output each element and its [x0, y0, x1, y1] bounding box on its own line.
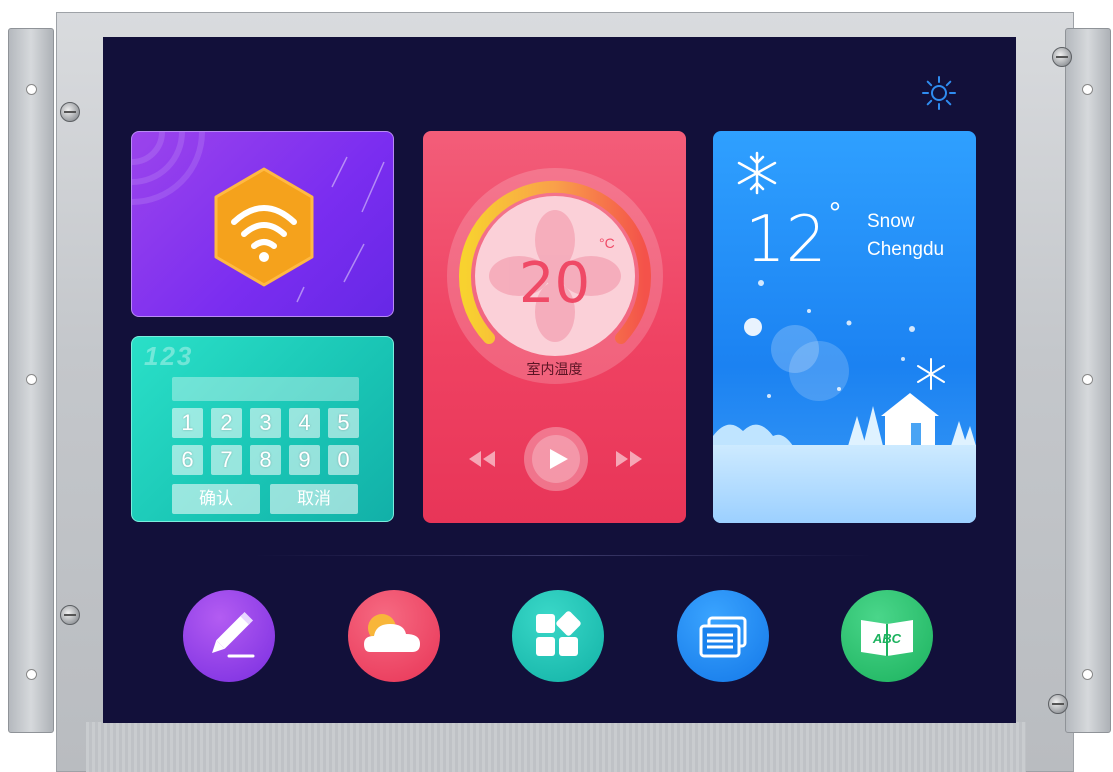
key-1[interactable]: 1: [172, 408, 203, 438]
right-mounting-bracket: [1065, 28, 1111, 733]
weather-cloud-icon: [364, 614, 420, 652]
temperature-unit: °C: [599, 235, 615, 251]
play-icon: [532, 435, 580, 483]
frame-bottom-panel: [86, 722, 1026, 772]
abc-book-icon: ABC: [861, 620, 913, 656]
screw: [1052, 47, 1072, 67]
keypad-card: 123 1 2 3 4 5 6 7 8 9 0 确认 取消: [131, 336, 394, 522]
weather-app-button[interactable]: [348, 590, 440, 682]
thermostat-card: 20 °C 室内温度: [423, 131, 686, 523]
edit-app-button[interactable]: [183, 590, 275, 682]
weather-condition: Snow: [867, 211, 915, 232]
pin-input[interactable]: [172, 377, 359, 401]
key-7[interactable]: 7: [211, 445, 242, 475]
screw: [60, 605, 80, 625]
temperature-value: 20: [518, 251, 591, 316]
cancel-button[interactable]: 取消: [270, 484, 358, 514]
key-3[interactable]: 3: [250, 408, 281, 438]
small-snowflake-icon: [917, 358, 945, 390]
bracket-hole: [1082, 669, 1093, 680]
bracket-hole: [1082, 374, 1093, 385]
rewind-icon[interactable]: [467, 449, 497, 469]
key-4[interactable]: 4: [289, 408, 320, 438]
weather-card[interactable]: 12 ° Snow Chengdu: [713, 131, 976, 523]
weather-scene: [713, 151, 976, 523]
reading-app-button[interactable]: ABC: [841, 590, 933, 682]
bracket-hole: [26, 669, 37, 680]
bracket-hole: [26, 374, 37, 385]
weather-city: Chengdu: [867, 239, 945, 260]
key-5[interactable]: 5: [328, 408, 359, 438]
play-button[interactable]: [524, 427, 588, 491]
settings-sun-icon[interactable]: [921, 75, 957, 111]
wifi-card[interactable]: [131, 131, 394, 317]
snowflake-icon: [737, 151, 777, 195]
apps-grid-icon: [536, 611, 581, 656]
key-2[interactable]: 2: [211, 408, 242, 438]
weather-degree-symbol: °: [829, 197, 841, 230]
fast-forward-icon[interactable]: [614, 449, 644, 469]
wifi-icon[interactable]: [204, 164, 324, 294]
key-9[interactable]: 9: [289, 445, 320, 475]
screw: [60, 102, 80, 122]
key-8[interactable]: 8: [250, 445, 281, 475]
key-0[interactable]: 0: [328, 445, 359, 475]
bracket-hole: [26, 84, 37, 95]
indoor-temperature-label: 室内温度: [526, 361, 583, 377]
bracket-hole: [1082, 84, 1093, 95]
svg-text:ABC: ABC: [872, 631, 902, 646]
weather-temperature: 12: [745, 203, 827, 277]
document-list-icon: [699, 616, 747, 658]
left-mounting-bracket: [8, 28, 54, 733]
confirm-button[interactable]: 确认: [172, 484, 260, 514]
documents-button[interactable]: [677, 590, 769, 682]
keypad-code-display: 123: [144, 341, 194, 371]
display-screen: 123 1 2 3 4 5 6 7 8 9 0 确认 取消 20 °C 室内温度…: [103, 37, 1016, 723]
key-6[interactable]: 6: [172, 445, 203, 475]
pen-icon: [212, 611, 255, 658]
apps-button[interactable]: [512, 590, 604, 682]
screw: [1048, 694, 1068, 714]
section-divider: [253, 555, 873, 556]
